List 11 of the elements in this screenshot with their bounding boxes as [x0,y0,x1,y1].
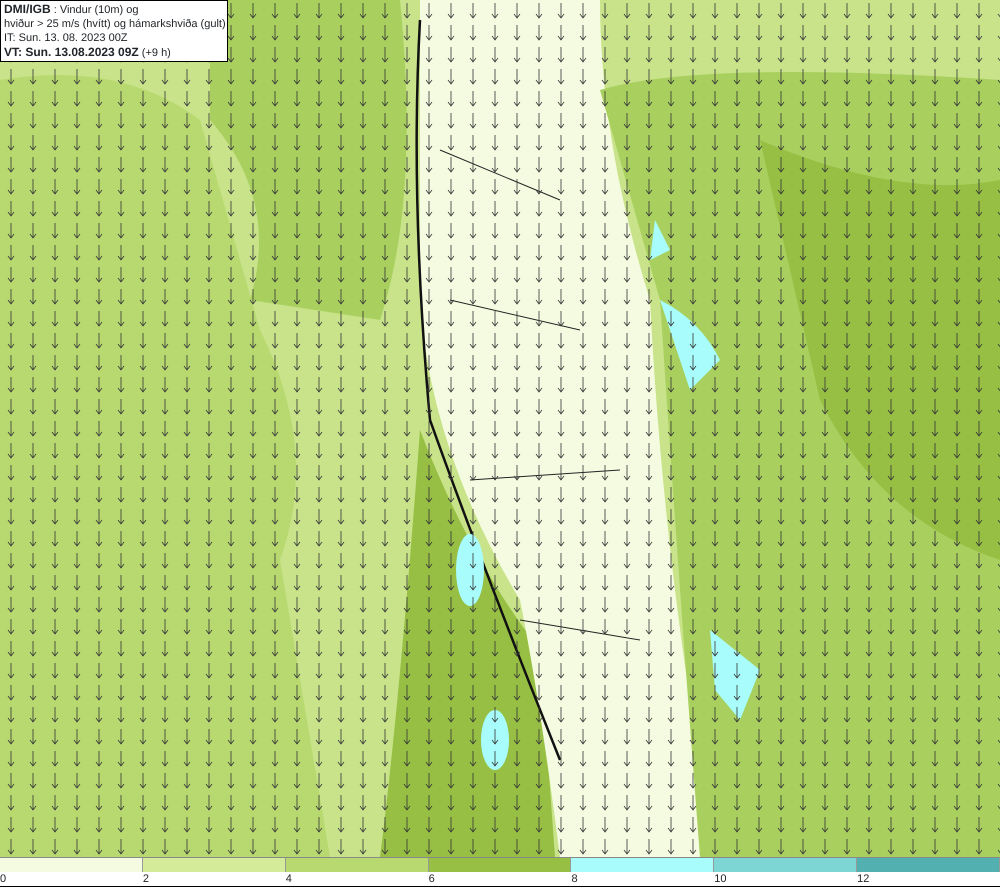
title-text: hviður > 25 m/s (hvítt) og hámarkshviða (gult) [4,17,224,31]
title-text: VT: Sun. 13.08.2023 09Z (+9 h) [4,45,172,60]
legend-tick-label: 10 [714,872,727,887]
legend-tick-label: 0 [0,872,6,887]
title-text: IT: Sun. 13. 08. 2023 00Z [4,31,129,45]
legend-tick-label: 6 [428,872,435,887]
legend-tick-label: 4 [286,872,292,887]
title-text: DMI/IGB : Vindur (10m) og [4,2,140,17]
legend-tick-label: 2 [142,872,149,887]
legend-tick-label: 8 [571,872,578,887]
legend-tick-label: 12 [857,872,870,887]
